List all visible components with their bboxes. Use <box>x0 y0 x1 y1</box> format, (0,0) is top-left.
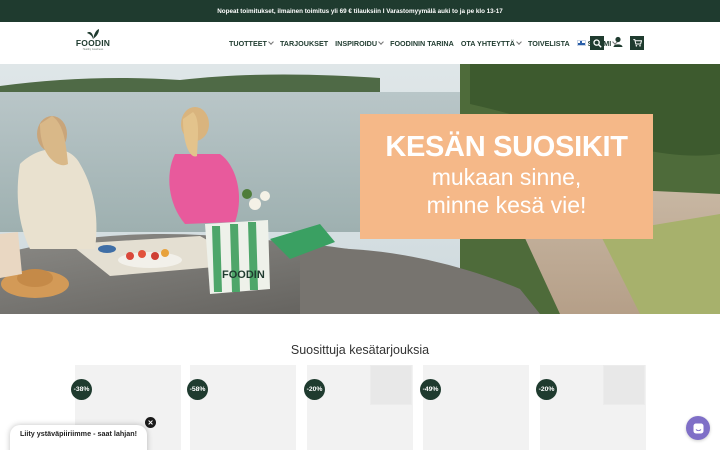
section-title: Suosittuja kesätarjouksia <box>290 343 430 357</box>
bag-logo-text: FOODIN <box>222 269 265 281</box>
nav-item-products[interactable]: TUOTTEET <box>229 38 274 48</box>
nav-item-contact[interactable]: OTA YHTEYTTÄ <box>460 38 522 48</box>
chat-icon <box>693 423 703 433</box>
discount-badge: -38% <box>71 379 92 400</box>
close-popup-button[interactable]: ✕ <box>145 417 156 428</box>
nav-label: TOIVELISTA <box>527 38 570 48</box>
nav-label: INSPIROIDU <box>335 38 378 48</box>
main-nav: TUOTTEET TARJOUKSET INSPIROIDU FOODININ … <box>229 36 624 50</box>
promo-title: KESÄN SUOSIKIT <box>385 131 628 163</box>
cart-icon <box>632 39 642 47</box>
site-logo[interactable]: FOODIN Healthy Goodness <box>74 28 112 60</box>
logo-name: FOODIN <box>75 38 111 48</box>
product-thumbnail[interactable] <box>603 365 645 405</box>
nav-label: OTA YHTEYTTÄ <box>460 38 515 48</box>
discount-badge: -20% <box>304 379 325 400</box>
join-club-text: Liity ystäväpiiriimme - saat lahjan! <box>19 429 138 438</box>
join-club-popup[interactable]: Liity ystäväpiiriimme - saat lahjan! <box>10 425 147 450</box>
nav-item-offers[interactable]: TARJOUKSET <box>280 39 328 48</box>
finland-flag-icon <box>576 40 586 46</box>
close-icon: ✕ <box>147 419 154 427</box>
product-card[interactable] <box>190 365 296 450</box>
chevron-down-icon <box>516 39 522 45</box>
chevron-down-icon <box>268 39 274 45</box>
announcement-text: Nopeat toimitukset, ilmainen toimitus yl… <box>217 7 503 15</box>
hero-banner[interactable]: FOODIN KESÄN SUOSIKIT mukaan sinne, minn… <box>0 64 720 314</box>
nav-item-story[interactable]: FOODININ TARINA <box>390 39 454 48</box>
nav-item-wishlist[interactable]: TOIVELISTA <box>528 39 570 48</box>
discount-badge: -49% <box>420 379 441 400</box>
promo-line-1: mukaan sinne, <box>431 164 582 190</box>
promo-line-2: minne kesä vie! <box>426 192 587 218</box>
promo-overlay: KESÄN SUOSIKIT mukaan sinne, minne kesä … <box>360 114 653 239</box>
user-icon[interactable] <box>612 36 624 50</box>
chat-launcher-button[interactable] <box>686 416 710 440</box>
product-thumbnail[interactable] <box>370 365 412 405</box>
announcement-bar: Nopeat toimitukset, ilmainen toimitus yl… <box>0 0 720 22</box>
nav-label: FOODININ TARINA <box>390 38 454 48</box>
nav-label: TARJOUKSET <box>279 38 329 48</box>
product-card[interactable] <box>423 365 529 450</box>
logo-tagline: Healthy Goodness <box>82 48 104 51</box>
nav-item-inspiration[interactable]: INSPIROIDU <box>335 38 384 48</box>
search-icon <box>592 38 602 48</box>
nav-label: TUOTTEET <box>229 38 267 48</box>
discount-badge: -20% <box>536 379 557 400</box>
discount-badge: -58% <box>187 379 208 400</box>
chevron-down-icon <box>378 39 384 45</box>
search-button[interactable] <box>590 36 604 50</box>
cart-button[interactable] <box>630 36 644 50</box>
